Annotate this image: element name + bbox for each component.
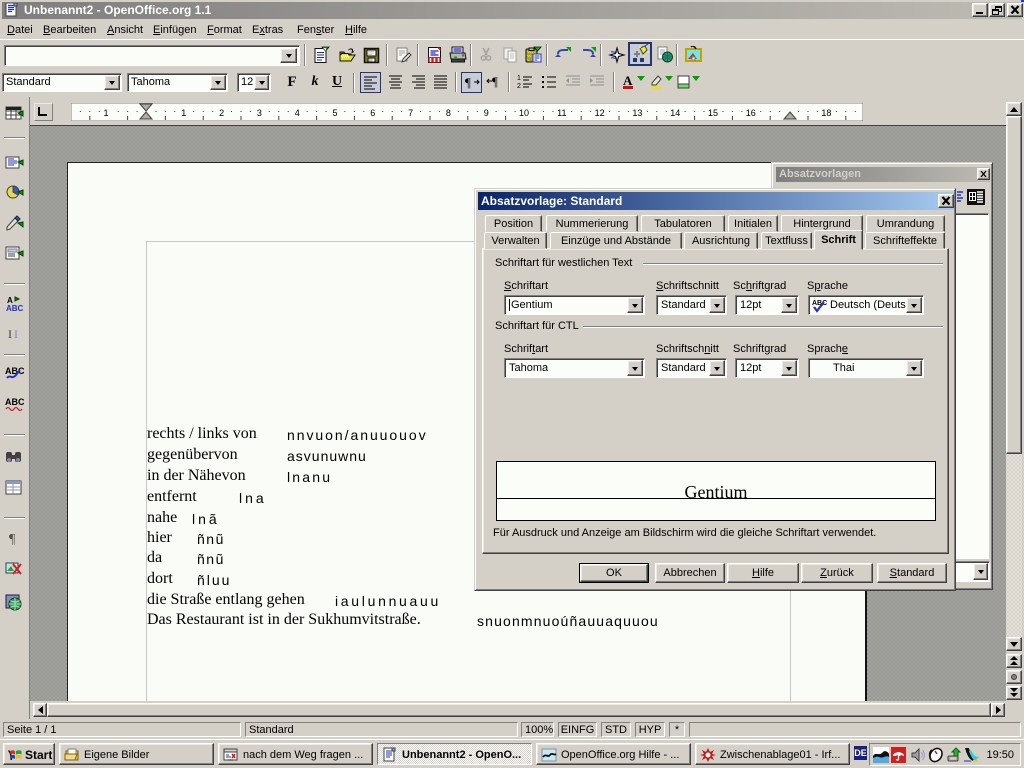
svg-text:8: 8 [446, 108, 451, 118]
svg-text:ABC: ABC [5, 397, 24, 407]
svg-text:I: I [8, 327, 12, 341]
svg-text:13: 13 [632, 108, 642, 118]
svg-text:¶: ¶ [492, 74, 498, 89]
svg-text:16: 16 [746, 108, 756, 118]
svg-text:4: 4 [295, 108, 300, 118]
svg-text:I: I [14, 327, 18, 341]
svg-text:18: 18 [821, 108, 831, 118]
svg-text:5: 5 [332, 108, 337, 118]
svg-text:A: A [623, 73, 633, 88]
svg-text:3: 3 [257, 108, 262, 118]
svg-text:2: 2 [517, 83, 521, 90]
svg-text:14: 14 [670, 108, 680, 118]
svg-text:7: 7 [408, 108, 413, 118]
svg-text:1: 1 [517, 75, 521, 82]
svg-text:11: 11 [557, 108, 566, 118]
svg-text:9: 9 [484, 108, 489, 118]
svg-text:6: 6 [370, 108, 375, 118]
svg-text:ABC: ABC [5, 366, 24, 376]
svg-text:1: 1 [181, 108, 186, 118]
svg-text:¶: ¶ [465, 75, 471, 90]
svg-text:ABC: ABC [6, 304, 24, 312]
svg-text:¶: ¶ [9, 532, 16, 546]
svg-text:15: 15 [708, 108, 718, 118]
svg-text:2: 2 [219, 108, 224, 118]
svg-text:1: 1 [103, 108, 108, 118]
svg-text:10: 10 [519, 108, 529, 118]
svg-text:12: 12 [595, 108, 605, 118]
